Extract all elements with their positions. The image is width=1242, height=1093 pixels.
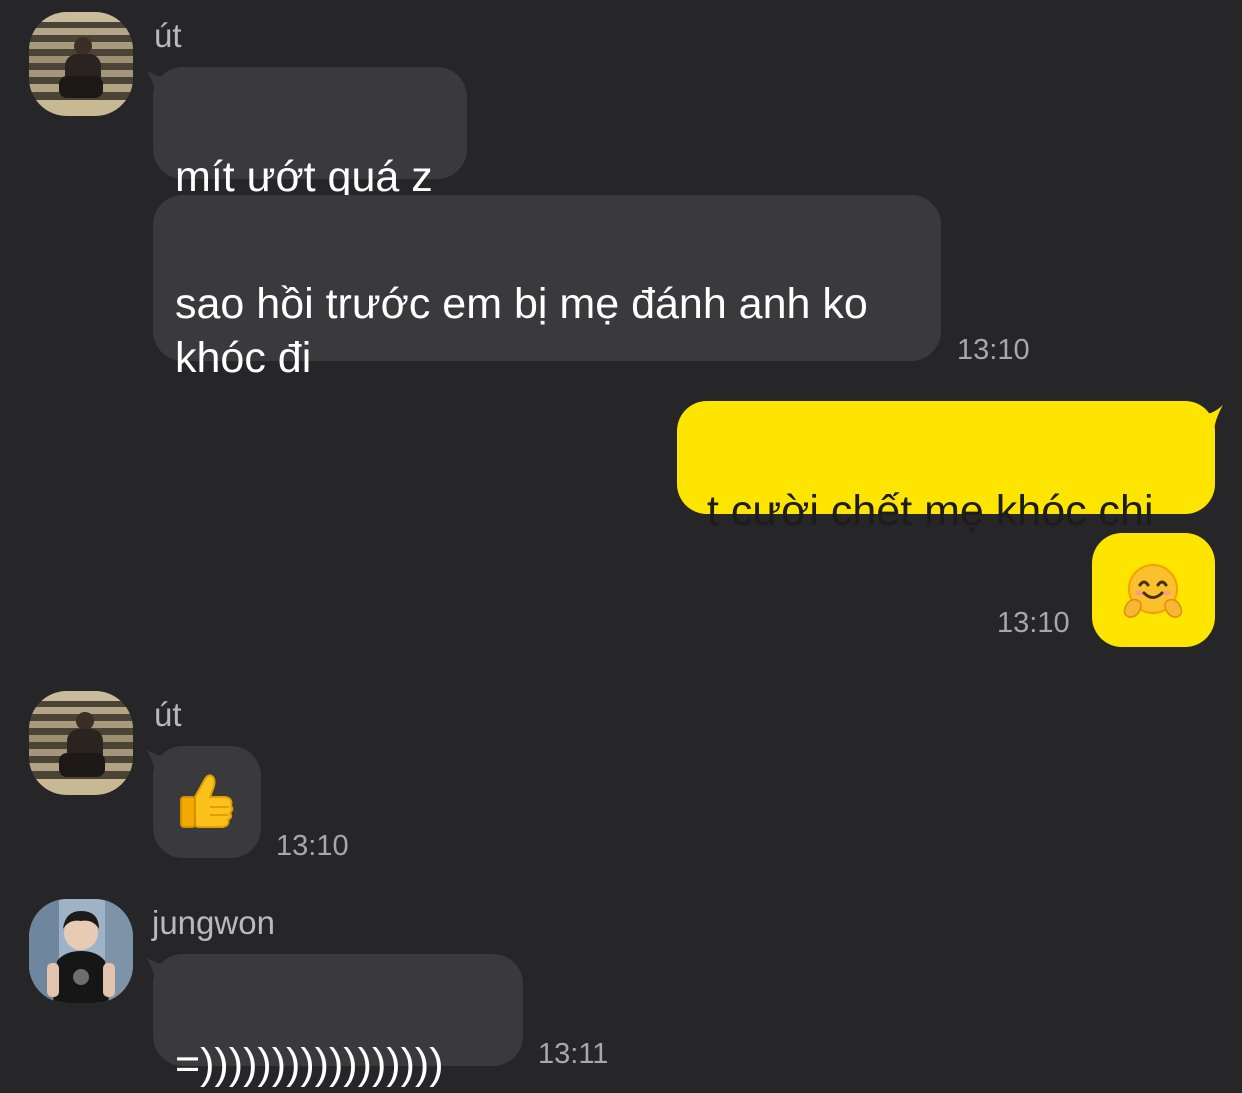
- sender-name: út: [154, 17, 182, 54]
- message-timestamp: 13:11: [538, 1038, 609, 1070]
- message-timestamp: 13:10: [957, 334, 1030, 366]
- sender-name: út: [154, 696, 182, 733]
- message-bubble[interactable]: t cười chết mẹ khóc chi: [677, 401, 1215, 535]
- bubble-tail: [1196, 405, 1223, 443]
- sender-name: jungwon: [152, 904, 275, 941]
- emoji-message-bubble[interactable]: [153, 746, 261, 858]
- avatar-ut[interactable]: [29, 12, 133, 116]
- message-text: sao hồi trước em bị mẹ đánh anh ko khóc …: [175, 280, 868, 382]
- message-timestamp: 13:10: [997, 607, 1070, 639]
- thumbs-up-emoji: [180, 774, 234, 828]
- message-text: =))))))))))))))))): [175, 1040, 444, 1088]
- message-text: t cười chết mẹ khóc chi: [707, 487, 1154, 535]
- avatar-ut[interactable]: [29, 691, 133, 795]
- message-bubble[interactable]: sao hồi trước em bị mẹ đánh anh ko khóc …: [153, 195, 941, 382]
- avatar-jungwon[interactable]: [29, 899, 133, 1003]
- message-bubble[interactable]: =))))))))))))))))): [153, 954, 523, 1088]
- hugging-face-emoji: [1123, 564, 1183, 618]
- message-timestamp: 13:10: [276, 830, 349, 862]
- emoji-message-bubble[interactable]: [1092, 533, 1215, 647]
- message-bubble[interactable]: mít ướt quá z: [153, 67, 467, 201]
- message-text: mít ướt quá z: [175, 153, 433, 201]
